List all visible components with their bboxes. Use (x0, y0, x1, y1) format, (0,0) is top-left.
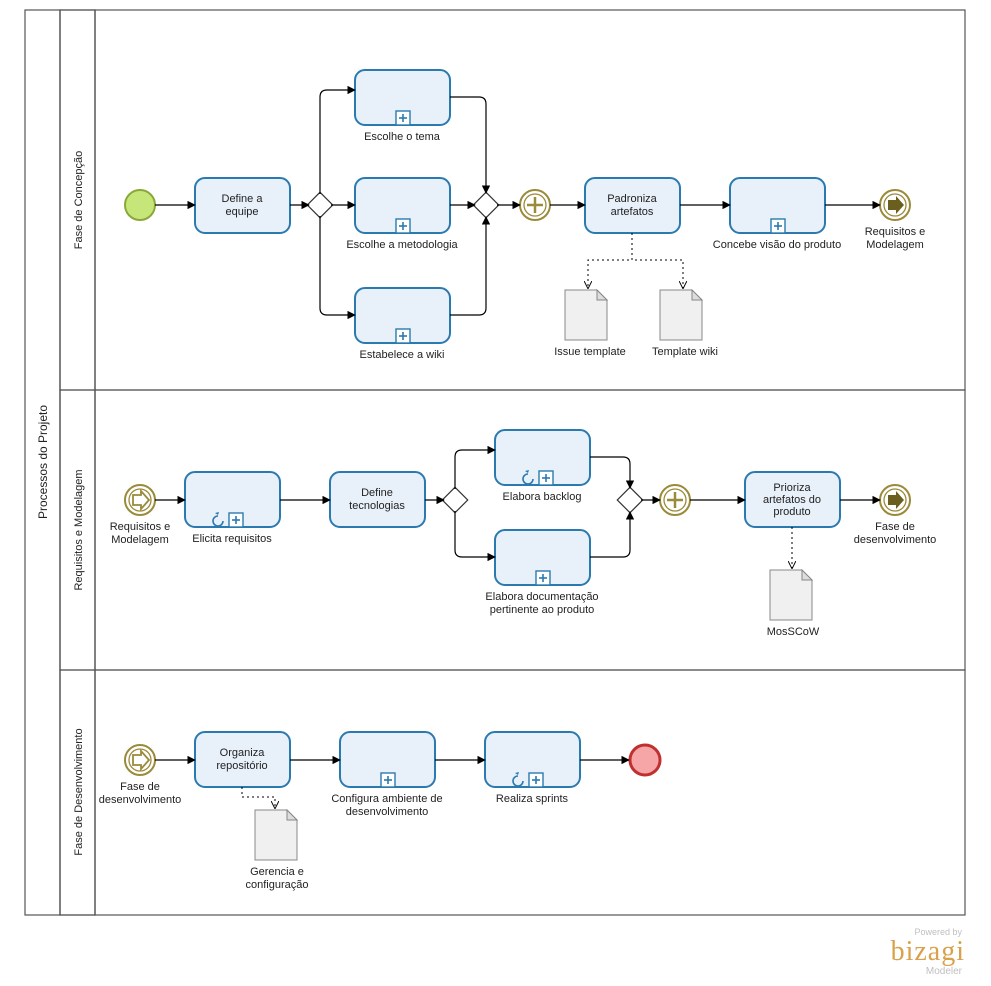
task-label: produto (773, 506, 810, 518)
event-label: Modelagem (111, 534, 168, 546)
task-label: Elabora backlog (503, 491, 582, 503)
event-label: Modelagem (866, 239, 923, 251)
task-label: Prioriza (773, 482, 811, 494)
task-label: equipe (225, 206, 258, 218)
artifact-label: Template wiki (652, 346, 718, 358)
task-label: Estabelece a wiki (360, 349, 445, 361)
task-label: Elabora documentação (485, 591, 598, 603)
task-realiza-sprints: Realiza sprints (485, 732, 580, 805)
task-label: Escolhe o tema (364, 131, 441, 143)
lane3-title: Fase de Desenvolvimento (73, 728, 85, 855)
pool-title: Processos do Projeto (36, 405, 50, 519)
event-label: Fase de (120, 781, 160, 793)
event-label: desenvolvimento (99, 794, 182, 806)
task-define-tecnologias: Define tecnologias (330, 472, 425, 527)
branding-name: bizagi (891, 936, 965, 967)
task-elabora-doc: Elabora documentação pertinente ao produ… (485, 530, 598, 616)
task-label: tecnologias (349, 500, 405, 512)
task-label: artefatos do (763, 494, 821, 506)
gateway-join-2 (617, 487, 642, 512)
intermediate-parallel-2 (660, 485, 690, 515)
lane2-title: Requisitos e Modelagem (73, 469, 85, 590)
task-label: artefatos (611, 206, 654, 218)
task-label: Configura ambiente de (331, 793, 442, 805)
event-label: Requisitos e (110, 521, 171, 533)
task-label: Concebe visão do produto (713, 239, 841, 251)
task-label: Organiza (220, 747, 266, 759)
link-throw-fase-dev: Fase de desenvolvimento (854, 485, 937, 546)
gateway-split-1 (307, 192, 332, 217)
task-label: Elicita requisitos (192, 533, 272, 545)
task-label: Realiza sprints (496, 793, 569, 805)
task-prioriza-artefatos: Prioriza artefatos do produto (745, 472, 840, 527)
event-label: Fase de (875, 521, 915, 533)
end-event (630, 745, 660, 775)
gateway-join-1 (473, 192, 498, 217)
branding-product: Modeler (926, 966, 963, 977)
task-estabelece-wiki: Estabelece a wiki (355, 288, 450, 361)
artifact-label: MosSCoW (767, 626, 820, 638)
lane1-title: Fase de Concepção (73, 151, 85, 249)
task-define-equipe: Define a equipe (195, 178, 290, 233)
start-event (125, 190, 155, 220)
branding-logo: Powered by bizagi Modeler (891, 927, 965, 977)
event-label: Requisitos e (865, 226, 926, 238)
link-throw-requisitos: Requisitos e Modelagem (865, 190, 926, 251)
task-elicita-requisitos: Elicita requisitos (185, 472, 280, 545)
task-label: pertinente ao produto (490, 604, 595, 616)
artifact-template-wiki: Template wiki (652, 290, 718, 358)
artifact-label: configuração (246, 879, 309, 891)
link-catch-fase-dev: Fase de desenvolvimento (99, 745, 182, 806)
artifact-issue-template: Issue template (554, 290, 626, 358)
task-label: Escolhe a metodologia (346, 239, 458, 251)
task-escolhe-metodologia: Escolhe a metodologia (346, 178, 458, 251)
task-escolhe-tema: Escolhe o tema (355, 70, 450, 143)
task-padroniza-artefatos: Padroniza artefatos (585, 178, 680, 233)
artifact-label: Gerencia e (250, 866, 304, 878)
link-catch-requisitos: Requisitos e Modelagem (110, 485, 171, 546)
task-label: repositório (216, 760, 267, 772)
task-label: Define (361, 487, 393, 499)
task-label: Define a (222, 193, 264, 205)
intermediate-parallel-1 (520, 190, 550, 220)
task-configura-ambiente: Configura ambiente de desenvolvimento (331, 732, 442, 818)
artifact-label: Issue template (554, 346, 626, 358)
bpmn-diagram: Processos do Projeto Fase de Concepção R… (0, 0, 991, 986)
gateway-split-2 (442, 487, 467, 512)
task-concebe-visao: Concebe visão do produto (713, 178, 841, 251)
task-organiza-repo: Organiza repositório (195, 732, 290, 787)
artifact-gerencia: Gerencia e configuração (246, 810, 309, 891)
task-elabora-backlog: Elabora backlog (495, 430, 590, 503)
task-label: Padroniza (607, 193, 657, 205)
artifact-moscow: MosSCoW (767, 570, 820, 638)
event-label: desenvolvimento (854, 534, 937, 546)
task-label: desenvolvimento (346, 806, 429, 818)
